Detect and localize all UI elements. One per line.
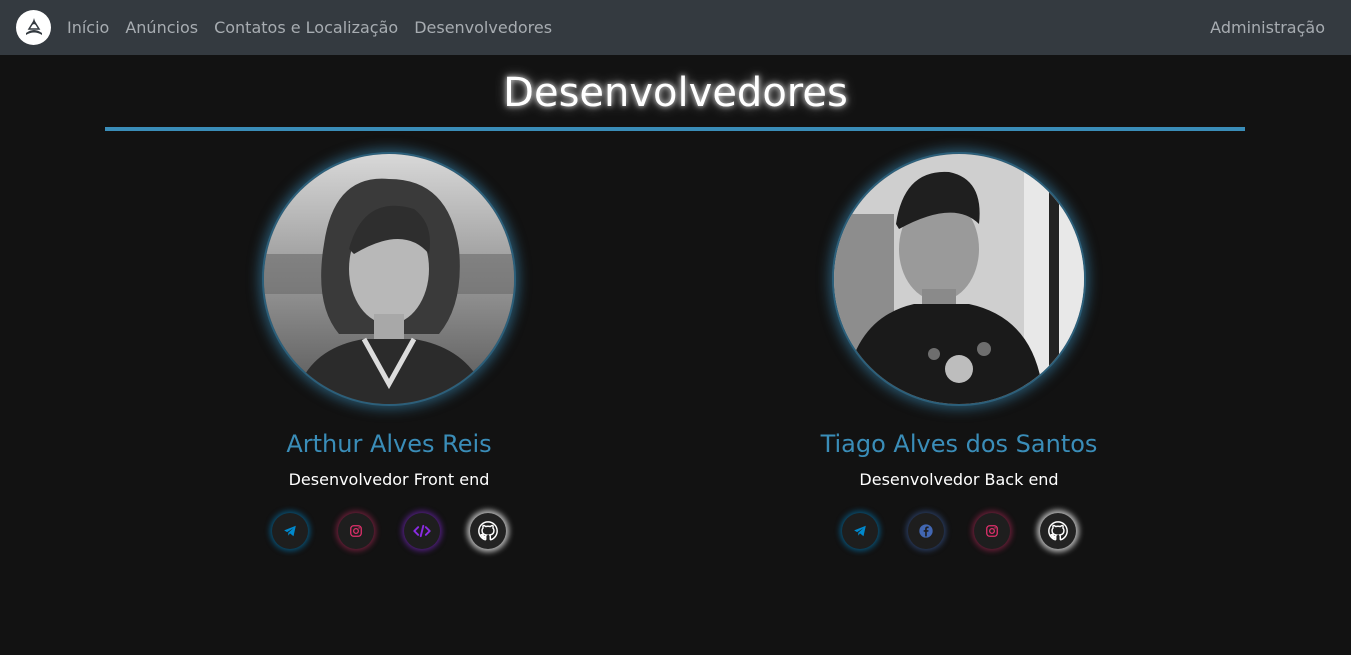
social-links <box>842 513 1076 549</box>
facebook-icon <box>919 524 933 538</box>
telegram-icon <box>284 525 296 537</box>
github-link[interactable] <box>470 513 506 549</box>
page-title: Desenvolvedores <box>503 70 848 116</box>
church-logo-icon <box>19 13 48 42</box>
developer-name: Tiago Alves dos Santos <box>820 430 1098 458</box>
nav-link-desenvolvedores[interactable]: Desenvolvedores <box>406 18 560 37</box>
nav-links: Início Anúncios Contatos e Localização D… <box>59 18 560 37</box>
developer-role: Desenvolvedor Back end <box>859 470 1059 489</box>
navbar: Início Anúncios Contatos e Localização D… <box>0 0 1351 55</box>
nav-link-administracao[interactable]: Administração <box>1202 18 1335 37</box>
telegram-link[interactable] <box>272 513 308 549</box>
telegram-icon <box>854 525 866 537</box>
developer-card: Tiago Alves dos Santos Desenvolvedor Bac… <box>749 152 1169 549</box>
instagram-link[interactable] <box>338 513 374 549</box>
github-icon <box>1048 521 1068 541</box>
instagram-icon <box>350 525 362 537</box>
nav-link-anuncios[interactable]: Anúncios <box>117 18 206 37</box>
social-links <box>272 513 506 549</box>
developer-name: Arthur Alves Reis <box>286 430 492 458</box>
avatar <box>832 152 1086 406</box>
title-divider <box>105 127 1245 131</box>
portfolio-link[interactable] <box>404 513 440 549</box>
nav-link-contatos[interactable]: Contatos e Localização <box>206 18 406 37</box>
github-icon <box>478 521 498 541</box>
github-link[interactable] <box>1040 513 1076 549</box>
avatar <box>262 152 516 406</box>
developer-photo-icon <box>834 154 1084 404</box>
instagram-icon <box>986 525 998 537</box>
telegram-link[interactable] <box>842 513 878 549</box>
nav-right: Administração <box>1202 18 1335 37</box>
instagram-link[interactable] <box>974 513 1010 549</box>
nav-link-inicio[interactable]: Início <box>59 18 117 37</box>
facebook-link[interactable] <box>908 513 944 549</box>
developer-photo-icon <box>264 154 514 404</box>
code-icon <box>413 524 431 538</box>
brand-logo[interactable] <box>16 10 51 45</box>
developer-role: Desenvolvedor Front end <box>288 470 490 489</box>
developer-card: Arthur Alves Reis Desenvolvedor Front en… <box>179 152 599 549</box>
